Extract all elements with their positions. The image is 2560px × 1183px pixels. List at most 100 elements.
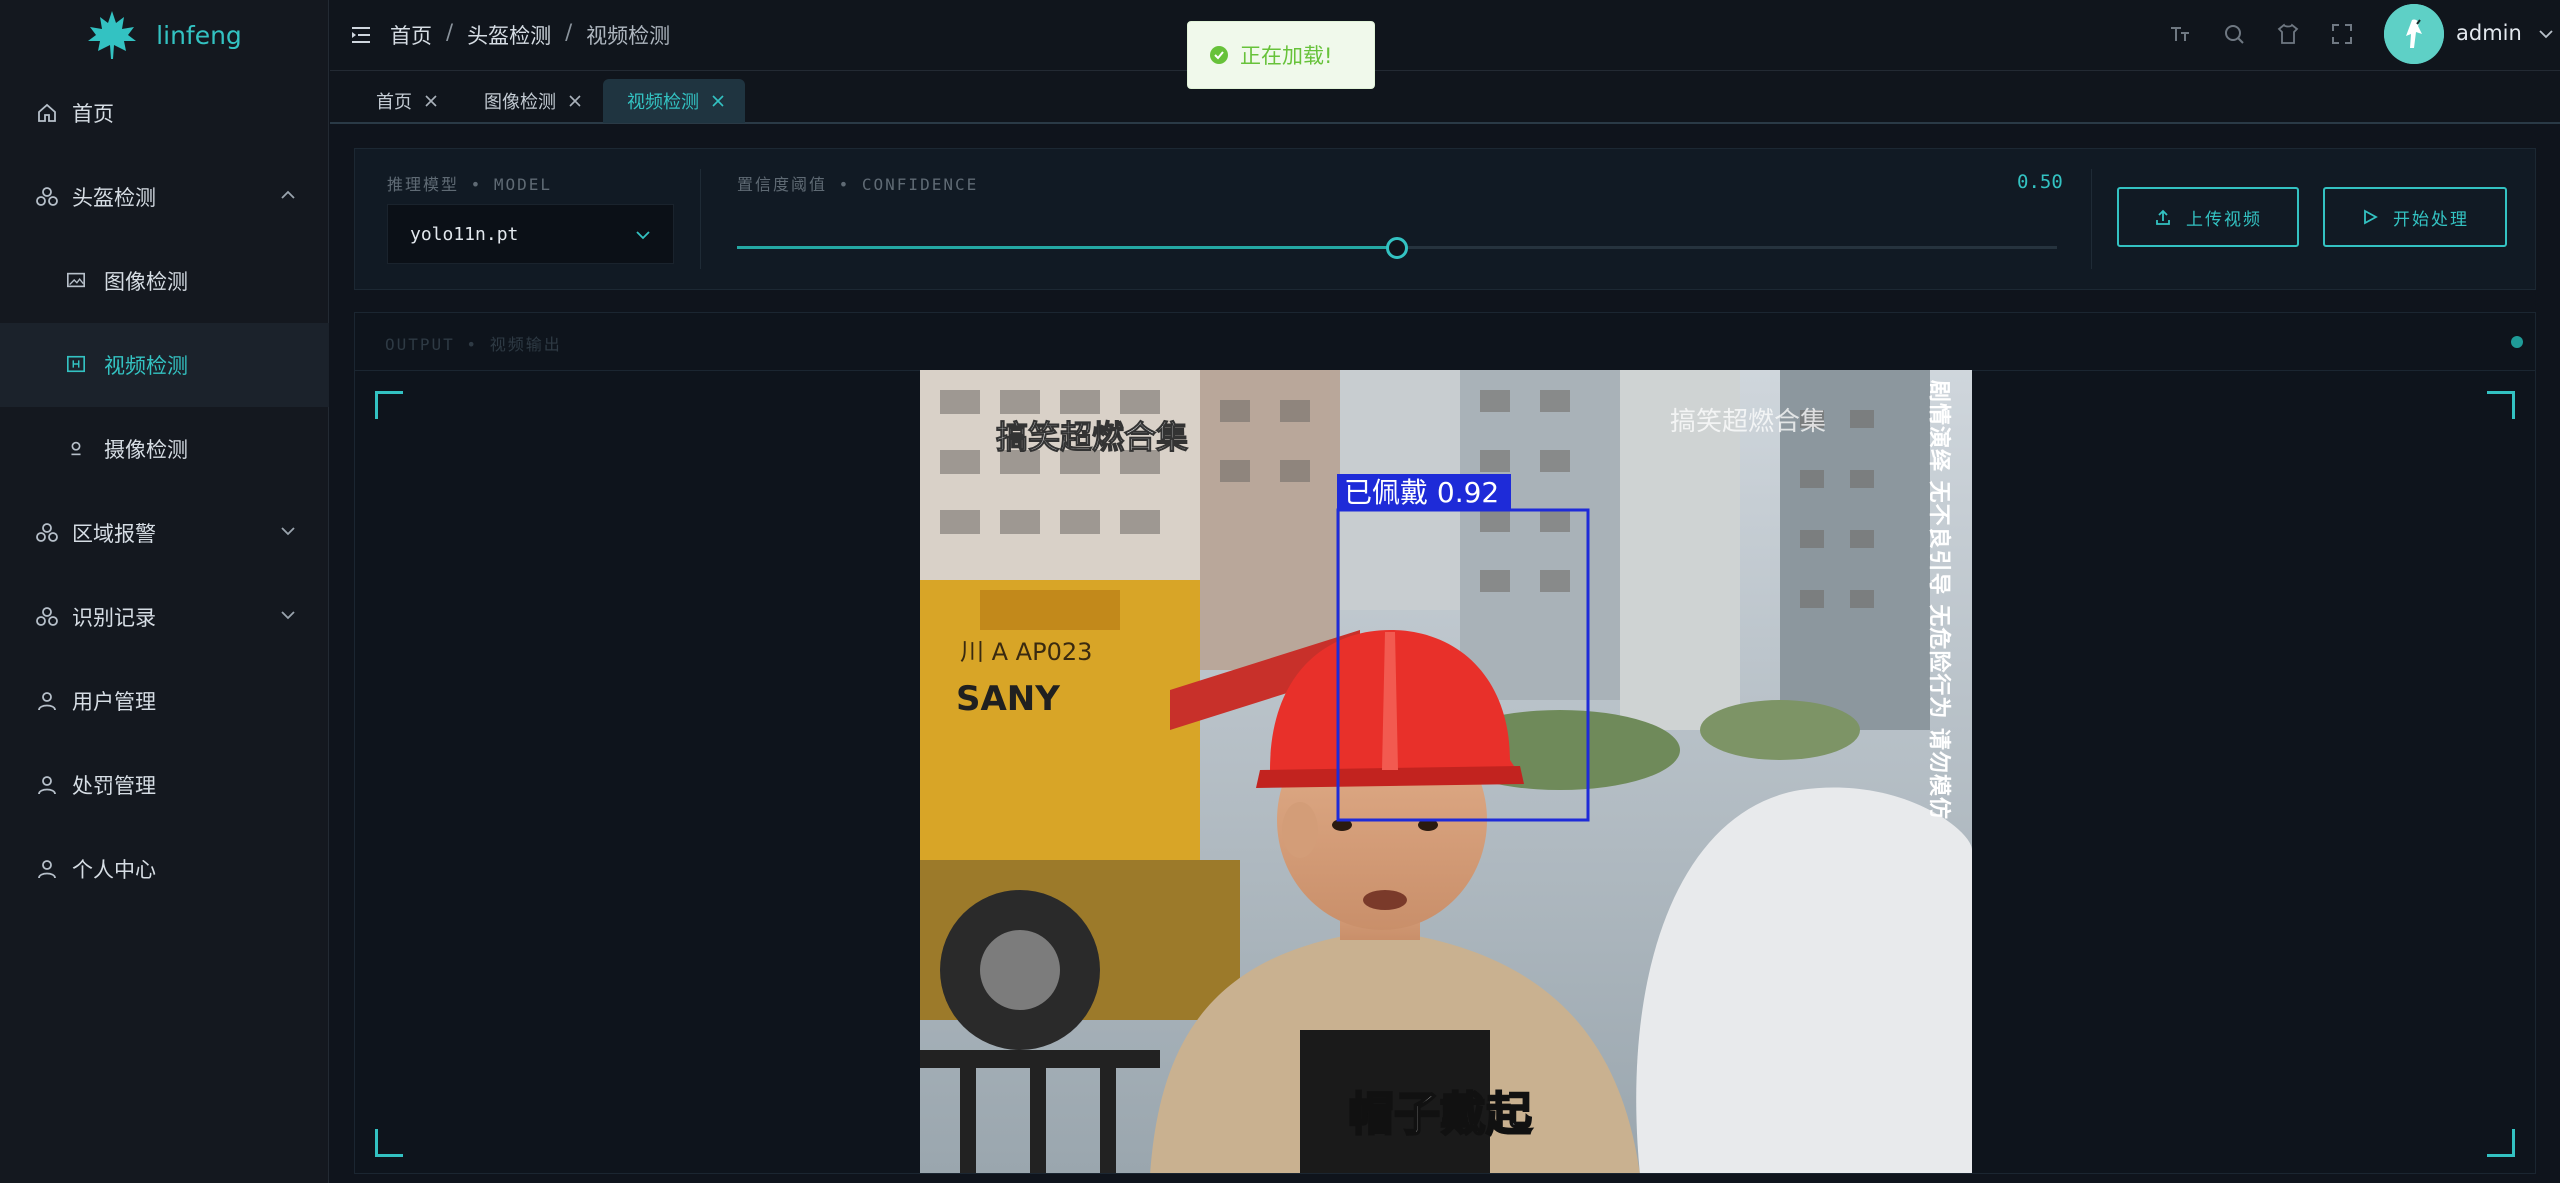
sidebar-item-label: 识别记录: [72, 606, 156, 630]
model-label: 推理模型 • MODEL: [387, 175, 553, 194]
sidebar-item-label: 头盔检测: [72, 186, 156, 210]
play-icon: [2364, 209, 2378, 225]
watermark-right: 搞笑超燃合集: [1670, 407, 1826, 437]
video-output-frame[interactable]: SANY 川 A AP023 已佩戴 0.92 搞笑超燃合集 搞笑超燃合集 剧情…: [920, 370, 1972, 1173]
model-select-value: yolo11n.pt: [410, 223, 519, 245]
sidebar-item-home[interactable]: 首页: [0, 71, 329, 155]
vertical-disclaimer: 剧情演绎 无不良引导 无危险行为 请勿模仿: [1926, 380, 1952, 820]
search-icon[interactable]: [2222, 22, 2246, 46]
record-icon: [36, 606, 58, 628]
menu-fold-icon[interactable]: [350, 24, 372, 46]
top-header: 首页 / 头盔检测 / 视频检测 admin: [330, 0, 2560, 71]
user-icon: [36, 690, 58, 712]
sidebar-item-label: 首页: [72, 102, 114, 126]
sidebar-item-label: 摄像检测: [104, 438, 188, 462]
breadcrumb-separator: /: [565, 20, 573, 44]
control-panel: 推理模型 • MODEL yolo11n.pt 置信度阈值 • CONFIDEN…: [354, 148, 2536, 290]
crane-plate-text: 川 A AP023: [960, 638, 1092, 666]
user-icon: [36, 858, 58, 880]
camera-icon: [66, 438, 88, 460]
chevron-up-icon: [281, 190, 295, 199]
avatar[interactable]: [2384, 4, 2444, 64]
breadcrumb: 首页 / 头盔检测 / 视频检测: [390, 20, 670, 50]
toast-message: 正在加载!: [1240, 44, 1333, 68]
sidebar-item-area-alarm[interactable]: 区域报警: [0, 491, 329, 575]
start-processing-label: 开始处理: [2393, 209, 2469, 230]
close-icon[interactable]: [568, 94, 582, 108]
sidebar-item-label: 处罚管理: [72, 774, 156, 798]
theme-shirt-icon[interactable]: [2276, 22, 2300, 46]
frame-corner-bottom-right: [2487, 1129, 2515, 1157]
frame-corner-top-left: [375, 391, 403, 419]
divider: [700, 169, 701, 269]
close-icon[interactable]: [711, 94, 725, 108]
breadcrumb-home[interactable]: 首页: [390, 20, 432, 50]
confidence-value: 0.50: [2017, 171, 2063, 193]
fullscreen-icon[interactable]: [2330, 22, 2354, 46]
tab-label: 视频检测: [627, 92, 699, 113]
sidebar-item-user-management[interactable]: 用户管理: [0, 659, 329, 743]
sidebar-item-label: 用户管理: [72, 690, 156, 714]
close-icon[interactable]: [424, 94, 438, 108]
tab-video-detection[interactable]: 视频检测: [603, 79, 745, 123]
tab-home[interactable]: 首页: [376, 79, 438, 123]
chevron-down-icon: [281, 527, 295, 536]
alarm-icon: [36, 522, 58, 544]
sidebar-item-label: 图像检测: [104, 270, 188, 294]
sidebar-item-label: 区域报警: [72, 522, 156, 546]
chevron-down-icon[interactable]: [2538, 26, 2554, 42]
video-icon: [66, 354, 88, 376]
detection-label: 已佩戴 0.92: [1344, 476, 1499, 509]
sidebar-item-video-detection[interactable]: 视频检测: [0, 323, 329, 407]
breadcrumb-current: 视频检测: [586, 24, 671, 48]
sidebar-item-image-detection[interactable]: 图像检测: [0, 239, 329, 323]
sidebar-item-camera-detection[interactable]: 摄像检测: [0, 407, 329, 491]
slider-handle[interactable]: [1386, 237, 1408, 259]
tab-image-detection[interactable]: 图像检测: [484, 79, 582, 123]
crane-brand-text: SANY: [956, 679, 1060, 719]
chevron-down-icon: [636, 231, 650, 240]
sidebar-item-penalty-management[interactable]: 处罚管理: [0, 743, 329, 827]
app-root: linfeng 首页 头盔检测 图像检测 视频检测 摄像检测 区域报警 识别记录…: [0, 0, 2560, 1183]
sidebar-item-helmet-detection[interactable]: 头盔检测: [0, 155, 329, 239]
confidence-slider[interactable]: [737, 237, 2057, 259]
avatar-figure-icon: [2384, 4, 2444, 64]
breadcrumb-separator: /: [446, 20, 454, 44]
breadcrumb-helmet-detection[interactable]: 头盔检测: [467, 20, 551, 50]
status-indicator: [2511, 336, 2523, 348]
maple-leaf-icon: [88, 11, 137, 59]
home-icon: [36, 102, 58, 124]
upload-video-button[interactable]: 上传视频: [2117, 187, 2299, 247]
frame-corner-bottom-left: [375, 1129, 403, 1157]
confidence-label: 置信度阈值 • CONFIDENCE: [737, 175, 979, 194]
video-caption: 帽子戴起: [1348, 1087, 1533, 1141]
slider-fill: [737, 246, 1397, 249]
upload-icon: [2156, 209, 2170, 225]
upload-video-label: 上传视频: [2186, 209, 2262, 230]
watermark-left: 搞笑超燃合集: [996, 418, 1188, 456]
font-size-icon[interactable]: [2168, 22, 2192, 46]
user-name[interactable]: admin: [2456, 21, 2522, 45]
tab-label: 图像检测: [484, 92, 556, 113]
output-header: OUTPUT • 视频输出: [355, 313, 2535, 371]
sidebar-item-personal-center[interactable]: 个人中心: [0, 827, 329, 911]
image-icon: [66, 270, 88, 292]
frame-corner-top-right: [2487, 391, 2515, 419]
start-processing-button[interactable]: 开始处理: [2323, 187, 2507, 247]
success-toast: 正在加载!: [1187, 21, 1375, 89]
sidebar-item-label: 个人中心: [72, 858, 156, 882]
sidebar: linfeng 首页 头盔检测 图像检测 视频检测 摄像检测 区域报警 识别记录…: [0, 0, 329, 1183]
sidebar-item-label: 视频检测: [104, 354, 188, 378]
chevron-down-icon: [281, 611, 295, 620]
divider: [2091, 169, 2092, 269]
user-icon: [36, 774, 58, 796]
output-panel: OUTPUT • 视频输出 SANY 川 A AP023 已佩戴 0.92 搞笑…: [354, 312, 2536, 1174]
output-label: OUTPUT • 视频输出: [385, 335, 562, 354]
tab-label: 首页: [376, 92, 412, 113]
sidebar-item-records[interactable]: 识别记录: [0, 575, 329, 659]
logo[interactable]: linfeng: [0, 0, 328, 70]
model-select[interactable]: yolo11n.pt: [387, 204, 674, 264]
helmet-icon: [36, 186, 58, 208]
tab-bar: 首页 图像检测 视频检测: [330, 71, 2560, 124]
check-circle-icon: [1210, 46, 1228, 64]
